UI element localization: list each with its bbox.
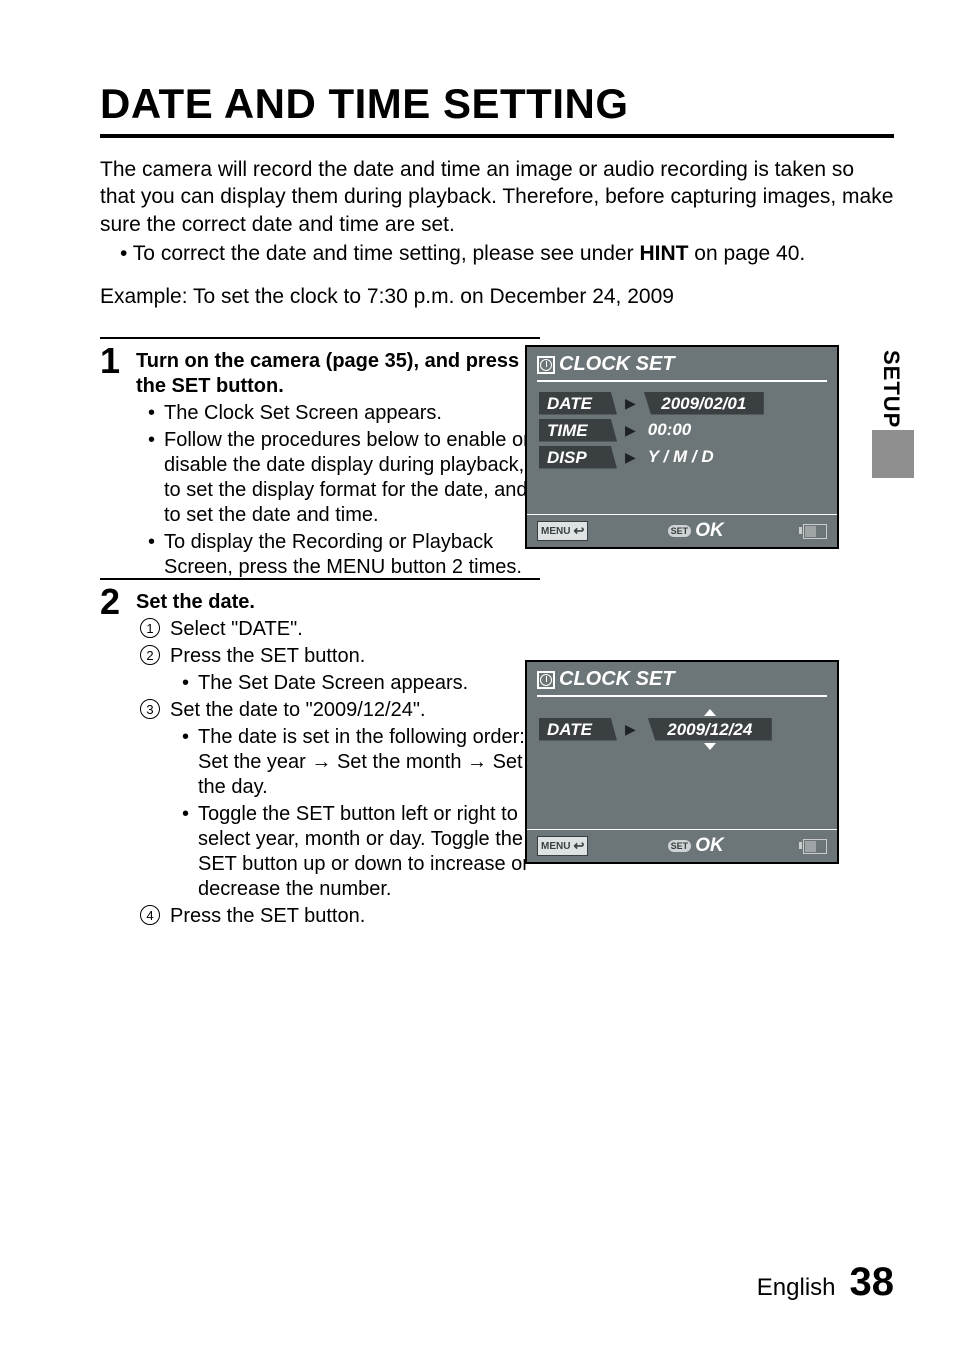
lcd1-date-label: DATE xyxy=(539,392,617,415)
play-right-icon: ▶ xyxy=(625,449,636,466)
step-2-item-3-sub1: The date is set in the following order: … xyxy=(170,725,540,800)
lcd2-date-value: 2009/12/24 xyxy=(648,718,772,741)
play-right-icon: ▶ xyxy=(625,721,636,738)
ok-label: SET OK xyxy=(668,520,724,542)
ok-text: OK xyxy=(695,835,724,857)
footer-page-number: 38 xyxy=(850,1260,895,1305)
return-icon: ↩ xyxy=(573,838,584,854)
step-2-item-2-sub: The Set Date Screen appears. xyxy=(170,671,540,696)
triangle-up-icon xyxy=(704,709,716,716)
set-badge: SET xyxy=(668,840,692,852)
play-right-icon: ▶ xyxy=(625,395,636,412)
example-line: Example: To set the clock to 7:30 p.m. o… xyxy=(100,285,894,309)
step-1-bullet-2: Follow the procedures below to enable or… xyxy=(136,428,540,528)
step-2-item-2: 2Press the SET button. The Set Date Scre… xyxy=(136,644,540,696)
lcd1-disp-label: DISP xyxy=(539,446,617,469)
lcd2-date-label: DATE xyxy=(539,718,617,741)
menu-chip-label: MENU xyxy=(541,526,570,537)
step-1-head: Turn on the camera (page 35), and press … xyxy=(136,349,540,399)
page-heading: DATE AND TIME SETTING xyxy=(100,80,894,138)
play-right-icon: ▶ xyxy=(625,422,636,439)
step-2-item-3-sub2: Toggle the SET button left or right to s… xyxy=(170,802,540,902)
intro-bullet: • To correct the date and time setting, … xyxy=(120,240,894,267)
triangle-down-icon xyxy=(704,743,716,750)
step-2-item-1: 1Select "DATE". xyxy=(136,617,540,642)
page-footer: English 38 xyxy=(757,1260,894,1305)
lcd2-title: CLOCK SET xyxy=(559,668,675,691)
step-1-bullet-1: The Clock Set Screen appears. xyxy=(136,401,540,426)
intro-bullet-prefix: • To correct the date and time setting, … xyxy=(120,242,639,265)
lcd1-title: CLOCK SET xyxy=(559,353,675,376)
return-icon: ↩ xyxy=(573,523,584,539)
step-2-item-3-text: Set the date to "2009/12/24". xyxy=(170,699,426,721)
step-2-number: 2 xyxy=(100,584,136,620)
lcd-screen-2: CLOCK SET DATE ▶ 2009/12/24 MENU ↩ SET O… xyxy=(525,660,839,864)
section-tab: SETUP xyxy=(878,350,904,428)
intro-bullet-suffix: on page 40. xyxy=(688,242,805,265)
step-1-bullet-3: To display the Recording or Playback Scr… xyxy=(136,530,540,580)
step-1-number: 1 xyxy=(100,343,136,379)
ok-label: SET OK xyxy=(668,835,724,857)
battery-icon xyxy=(803,524,827,539)
step-2-item-4-text: Press the SET button. xyxy=(170,905,365,927)
intro-bullet-bold: HINT xyxy=(639,242,688,265)
footer-language: English xyxy=(757,1274,836,1302)
step-2: 2 Set the date. 1Select "DATE". 2Press t… xyxy=(100,578,540,929)
lcd1-date-value: 2009/02/01 xyxy=(644,392,764,415)
clock-icon xyxy=(537,356,555,374)
lcd1-time-label: TIME xyxy=(539,419,617,442)
menu-chip-label: MENU xyxy=(541,841,570,852)
step-2-head: Set the date. xyxy=(136,590,540,615)
section-tab-thumb xyxy=(872,430,914,478)
lcd1-time-value: 00:00 xyxy=(644,420,691,440)
lcd-screen-1: CLOCK SET DATE ▶ 2009/02/01 TIME ▶ 00:00… xyxy=(525,345,839,549)
menu-chip: MENU ↩ xyxy=(537,521,588,541)
battery-icon xyxy=(803,839,827,854)
step-2-item-1-text: Select "DATE". xyxy=(170,618,303,640)
step-1: 1 Turn on the camera (page 35), and pres… xyxy=(100,337,540,580)
step-2-item-2-text: Press the SET button. xyxy=(170,645,365,667)
clock-icon xyxy=(537,671,555,689)
set-badge: SET xyxy=(668,525,692,537)
menu-chip: MENU ↩ xyxy=(537,836,588,856)
ok-text: OK xyxy=(695,520,724,542)
intro-paragraph: The camera will record the date and time… xyxy=(100,156,894,238)
lcd1-disp-value: Y / M / D xyxy=(644,447,714,467)
step-2-item-4: 4Press the SET button. xyxy=(136,904,540,929)
step-2-item-3: 3Set the date to "2009/12/24". The date … xyxy=(136,698,540,902)
